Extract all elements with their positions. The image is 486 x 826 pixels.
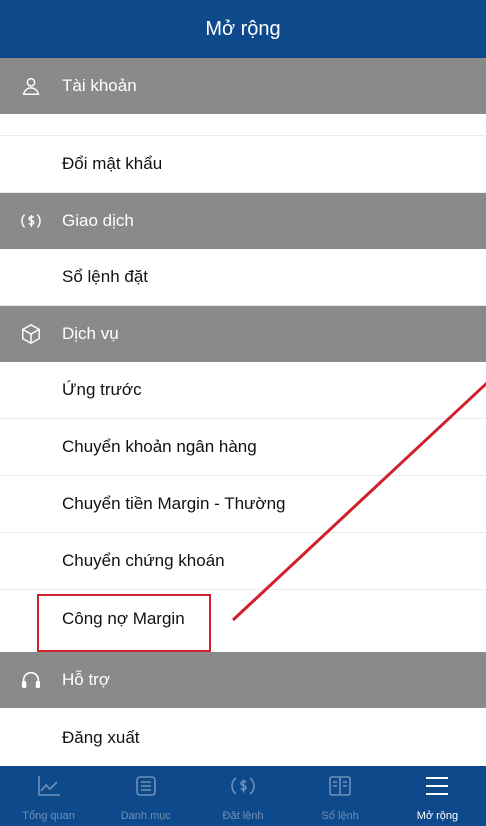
tab-overview[interactable]: Tổng quan: [0, 766, 97, 826]
menu-item-margin-transfer[interactable]: Chuyển tiền Margin - Thường: [0, 476, 486, 533]
user-icon: [22, 77, 40, 95]
list-icon: [135, 776, 156, 796]
highlight-box: [37, 594, 211, 652]
section-services: Dịch vụ: [0, 306, 486, 362]
tab-place-order[interactable]: Đặt lệnh: [194, 766, 291, 826]
menu-item-stock-transfer[interactable]: Chuyển chứng khoán: [0, 533, 486, 590]
book-icon: [329, 776, 352, 796]
tab-order-book[interactable]: Sổ lệnh: [292, 766, 389, 826]
section-label: Hỗ trợ: [62, 670, 110, 689]
section-label: Dịch vụ: [62, 324, 119, 343]
headphones-icon: [21, 671, 41, 689]
section-account: Tài khoản: [0, 58, 486, 114]
menu-item-change-password[interactable]: Đổi mật khẩu: [0, 136, 486, 193]
list-spacer: [0, 114, 486, 136]
tab-more[interactable]: Mở rộng: [389, 766, 486, 826]
bottom-tab-bar: Tổng quan Danh mục Đặt lệnh Sổ lệnh Mở r…: [0, 766, 486, 826]
menu-item-order-book[interactable]: Sổ lệnh đặt: [0, 249, 486, 306]
section-label: Tài khoản: [62, 76, 137, 95]
page-title-text: Mở rộng: [205, 17, 281, 40]
section-trading: Giao dịch: [0, 193, 486, 249]
menu-item-advance[interactable]: Ứng trước: [0, 362, 486, 419]
page-title: Mở rộng: [0, 0, 486, 58]
box-icon: [22, 323, 40, 345]
menu-icon: [426, 777, 449, 795]
section-label: Giao dịch: [62, 211, 134, 230]
chart-icon: [37, 776, 60, 796]
section-support: Hỗ trợ: [0, 652, 486, 708]
dollar-circle-icon: [21, 214, 41, 228]
menu-item-bank-transfer[interactable]: Chuyển khoản ngân hàng: [0, 419, 486, 476]
menu-item-logout[interactable]: Đăng xuất: [0, 710, 486, 766]
tab-portfolio[interactable]: Danh mục: [97, 766, 194, 826]
dollar-icon: [231, 777, 255, 795]
